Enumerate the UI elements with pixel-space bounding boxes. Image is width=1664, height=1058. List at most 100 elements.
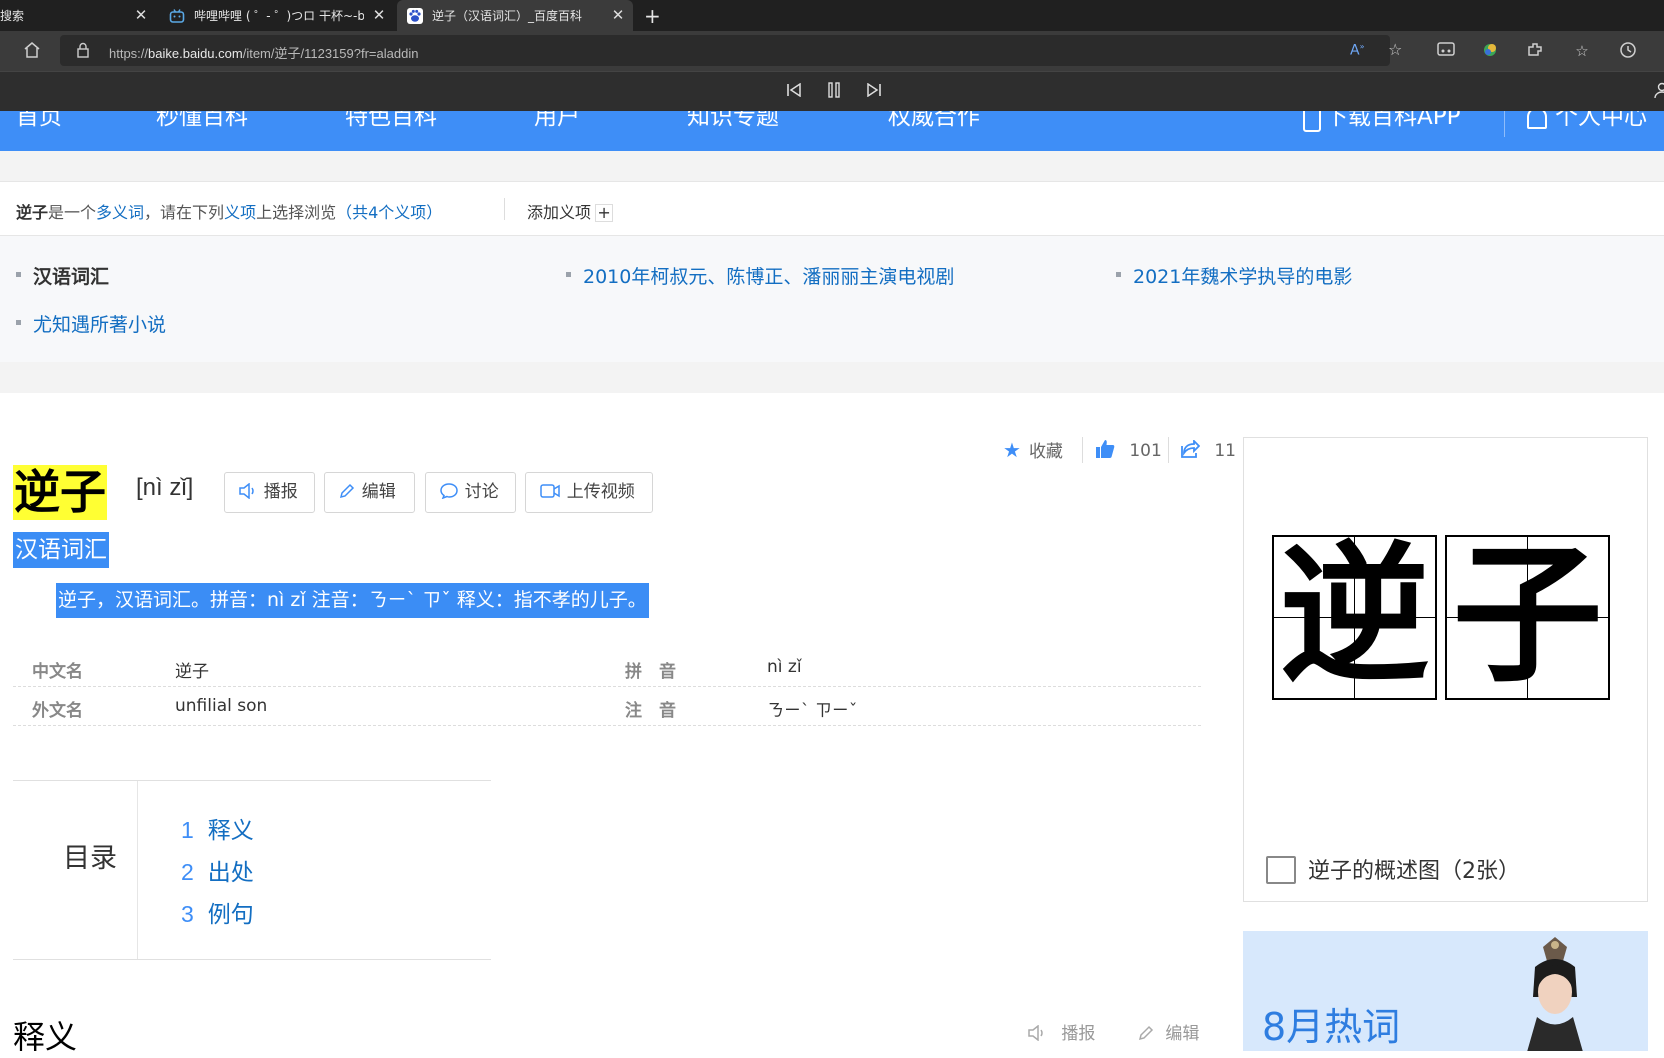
- character-image: 逆: [1272, 535, 1437, 700]
- polysemy-text: 逆子是一个多义词，请在下列义项上选择浏览（共4个义项）: [16, 199, 442, 223]
- url-text: https://baike.baidu.com/item/逆子/1123159?…: [109, 43, 418, 62]
- home-icon[interactable]: [22, 41, 42, 61]
- sense-item[interactable]: 尤知遇所著小说: [16, 310, 166, 337]
- info-value: unfilial son: [175, 696, 267, 716]
- nav-users[interactable]: 用户: [534, 111, 580, 131]
- url-field[interactable]: https://baike.baidu.com/item/逆子/1123159?…: [60, 35, 1390, 66]
- spacer-bar: [0, 362, 1664, 393]
- toc-label: 目录: [63, 836, 117, 875]
- info-value: ㄋㄧˋ ㄗㄧˇ: [767, 696, 857, 721]
- image-caption[interactable]: 逆子的概述图（2张）: [1266, 853, 1520, 886]
- info-key: 拼 音: [625, 657, 676, 682]
- info-key: 注 音: [625, 696, 676, 721]
- hot-words-card[interactable]: 8月热词: [1243, 931, 1648, 1051]
- collect-button[interactable]: ★收藏: [1003, 437, 1063, 462]
- nav-cooperation[interactable]: 权威合作: [888, 111, 980, 131]
- nav-topics[interactable]: 知识专题: [687, 111, 779, 131]
- speaker-icon: [1028, 1024, 1061, 1044]
- personal-center-link[interactable]: 个人中心: [1527, 111, 1647, 131]
- tab-title: 哔哩哔哩 ( ゜- ゜)つロ 干杯~-bilib: [194, 7, 364, 24]
- close-icon[interactable]: ✕: [609, 6, 627, 24]
- character: 子: [1447, 533, 1608, 698]
- add-sense-button[interactable]: 添加义项+: [527, 199, 613, 223]
- edit-button[interactable]: 编辑: [324, 472, 415, 513]
- phone-icon: [1303, 111, 1321, 132]
- browser-tab-search[interactable]: 搜索 ✕: [0, 0, 156, 31]
- toc-item[interactable]: 1释义: [181, 811, 254, 845]
- extensions-puzzle-icon[interactable]: [1525, 41, 1545, 61]
- info-value: 逆子: [175, 657, 209, 682]
- toc-item[interactable]: 2出处: [181, 853, 254, 887]
- discuss-button[interactable]: 讨论: [425, 472, 516, 513]
- divider: [13, 686, 1201, 687]
- site-nav: 首页 秒懂百科 特色百科 用户 知识专题 权威合作 下载百科APP 个人中心: [0, 111, 1664, 151]
- tab-title: 逆子（汉语词汇）_百度百科: [432, 7, 582, 24]
- info-value: nì zǐ: [767, 657, 802, 677]
- sense-item-current: 汉语词汇: [16, 262, 109, 289]
- address-bar: https://baike.baidu.com/item/逆子/1123159?…: [0, 31, 1664, 71]
- portrait-image: [1505, 937, 1605, 1051]
- new-tab-button[interactable]: +: [644, 0, 664, 31]
- divider: [13, 725, 1201, 726]
- user-icon: [1527, 111, 1547, 129]
- close-icon[interactable]: ✕: [132, 6, 150, 24]
- previous-track-icon[interactable]: [784, 82, 804, 102]
- nav-home[interactable]: 首页: [16, 111, 62, 131]
- toc-item[interactable]: 3例句: [181, 895, 254, 929]
- baidu-paw-icon: [407, 8, 423, 24]
- divider: [1082, 437, 1083, 463]
- thumbs-up-icon: [1095, 437, 1121, 461]
- nav-miaodong[interactable]: 秒懂百科: [156, 111, 248, 131]
- character-image: 子: [1445, 535, 1610, 700]
- profile-icon[interactable]: [1652, 82, 1664, 102]
- polysemy-bar: 逆子是一个多义词，请在下列义项上选择浏览（共4个义项） 添加义项+: [0, 181, 1664, 236]
- upload-video-button[interactable]: 上传视频: [525, 472, 653, 513]
- media-control-bar: [0, 71, 1664, 111]
- pinyin: [nì zǐ]: [136, 474, 193, 502]
- nav-featured[interactable]: 特色百科: [345, 111, 437, 131]
- speaker-icon: [239, 483, 262, 501]
- extension-icon[interactable]: [1480, 41, 1500, 61]
- read-aloud-button[interactable]: 播报: [224, 472, 315, 513]
- split-screen-icon[interactable]: [1436, 41, 1456, 61]
- section-title: 释义: [13, 1012, 77, 1058]
- favorites-icon[interactable]: ☆: [1572, 41, 1592, 61]
- divider: [1168, 437, 1169, 463]
- info-key: 外文名: [32, 696, 83, 721]
- section-read-button[interactable]: 播报: [1028, 1019, 1095, 1044]
- subtitle: 汉语词汇: [13, 532, 109, 568]
- browser-tab-bilibili[interactable]: 哔哩哔哩 ( ゜- ゜)つロ 干杯~-bilib ✕: [159, 0, 394, 31]
- share-button[interactable]: 11: [1180, 437, 1236, 461]
- bilibili-icon: [169, 8, 185, 24]
- browser-tab-bar: 搜索 ✕ 哔哩哔哩 ( ゜- ゜)つロ 干杯~-bilib ✕ 逆子（汉语词汇）…: [0, 0, 1664, 31]
- video-icon: [540, 483, 565, 501]
- summary-text: 逆子，汉语词汇。拼音：nì zǐ 注音：ㄋㄧˋ ㄗˇ 释义：指不孝的儿子。: [56, 583, 649, 618]
- sense-list: 汉语词汇 2010年柯叔元、陈博正、潘丽丽主演电视剧 2021年魏术学执导的电影…: [0, 236, 1664, 362]
- sense-count-link[interactable]: （共4个义项）: [336, 203, 442, 222]
- hot-words-title: 8月热词: [1262, 996, 1400, 1051]
- history-icon[interactable]: [1618, 41, 1638, 61]
- section-edit-button[interactable]: 编辑: [1138, 1019, 1199, 1044]
- share-icon: [1180, 437, 1206, 461]
- polysemy-link[interactable]: 多义词: [96, 203, 144, 222]
- download-app-link[interactable]: 下载百科APP: [1303, 111, 1460, 132]
- divider: [504, 198, 505, 220]
- next-track-icon[interactable]: [864, 82, 884, 102]
- lock-icon: [76, 42, 90, 62]
- like-button[interactable]: 101: [1095, 437, 1162, 461]
- plus-icon: +: [595, 204, 613, 222]
- pause-icon[interactable]: [824, 82, 844, 102]
- tab-title: 搜索: [0, 7, 24, 24]
- page-title: 逆子: [13, 465, 107, 520]
- sense-item[interactable]: 2021年魏术学执导的电影: [1116, 262, 1352, 289]
- browser-tab-baike[interactable]: 逆子（汉语词汇）_百度百科 ✕: [397, 0, 633, 31]
- sense-link[interactable]: 义项: [224, 203, 256, 222]
- read-aloud-icon[interactable]: A»: [1350, 42, 1364, 59]
- summary-image-card[interactable]: 逆 子 逆子的概述图（2张）: [1243, 437, 1648, 902]
- sense-item[interactable]: 2010年柯叔元、陈博正、潘丽丽主演电视剧: [566, 262, 954, 289]
- close-icon[interactable]: ✕: [370, 6, 388, 24]
- pencil-icon: [339, 483, 360, 501]
- add-favorite-icon[interactable]: ☆: [1388, 40, 1402, 59]
- comment-icon: [440, 483, 463, 501]
- character: 逆: [1274, 533, 1435, 698]
